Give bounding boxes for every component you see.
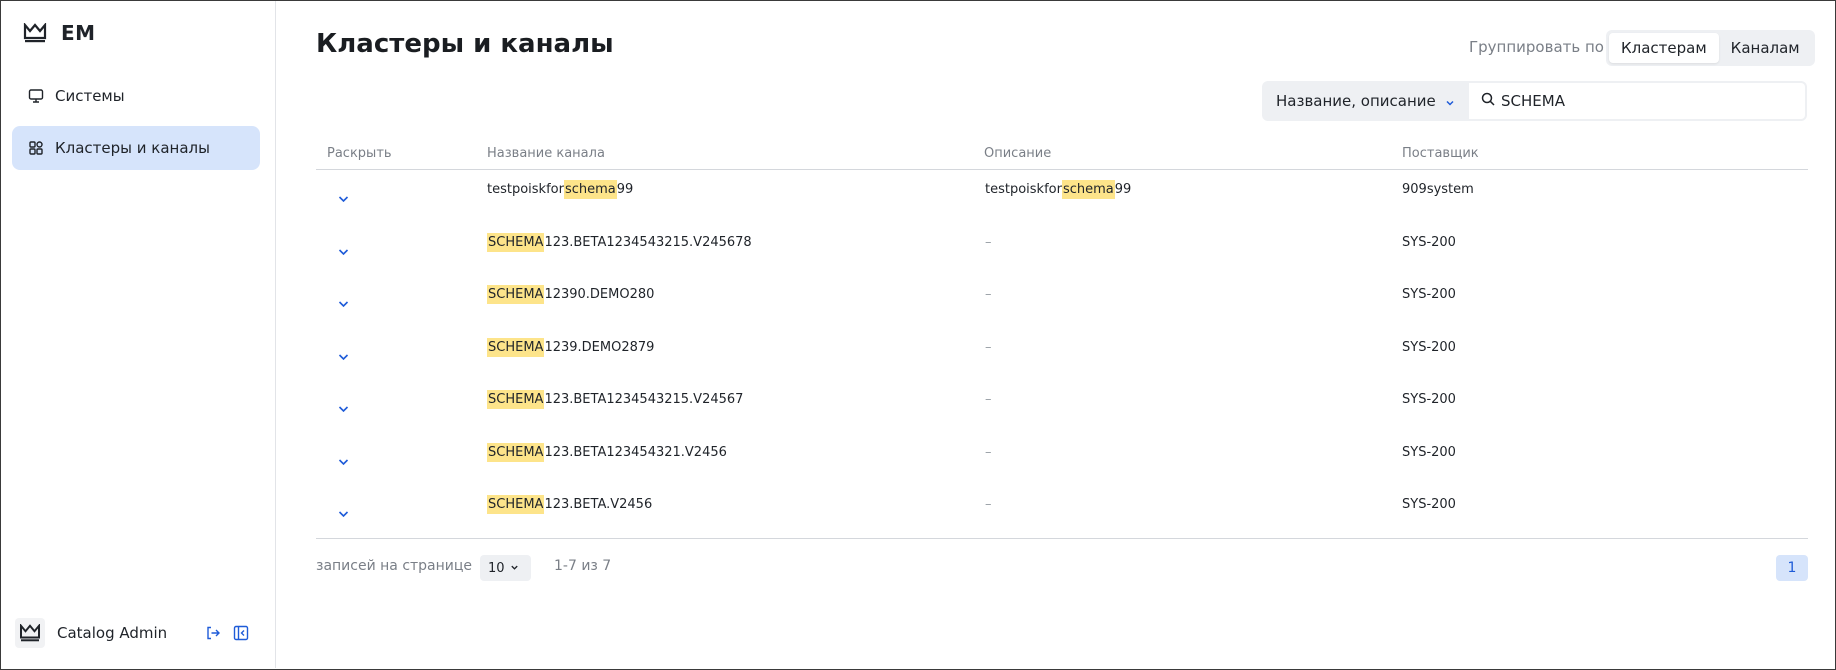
user-name: Catalog Admin xyxy=(57,624,168,642)
table-row[interactable]: SCHEMA123.BETA123454321.V2456 – SYS-200 xyxy=(316,435,1808,487)
text-fragment: 1239.DEMO2879 xyxy=(544,339,655,355)
expand-row-chevron-icon[interactable] xyxy=(336,299,350,309)
supplier-cell: SYS-200 xyxy=(1402,444,1456,460)
table-row[interactable]: SCHEMA123.BETA.V2456 – SYS-200 xyxy=(316,487,1808,539)
text-fragment: 123.BETA1234543215.V24567 xyxy=(544,392,744,407)
expand-row-chevron-icon[interactable] xyxy=(336,404,350,414)
column-header-description[interactable]: Описание xyxy=(984,146,1051,161)
crown-logo-icon xyxy=(23,23,47,43)
table-header-divider xyxy=(316,169,1808,170)
collapse-sidebar-icon[interactable] xyxy=(233,625,249,641)
group-by-channels-button[interactable]: Каналам xyxy=(1719,33,1812,63)
group-by-label: Группировать по xyxy=(1469,38,1604,56)
search-highlight: SCHEMA xyxy=(487,285,545,304)
text-fragment: testpoiskfor xyxy=(985,182,1062,197)
search-highlight: SCHEMA xyxy=(487,442,545,462)
search-highlight: SCHEMA xyxy=(487,232,545,252)
text-fragment: 123.BETA1234543215.V245678 xyxy=(544,234,752,250)
table-row[interactable]: testpoiskforschema99 testpoiskforschema99… xyxy=(316,172,1808,224)
search-highlight: schema xyxy=(563,180,617,199)
channel-name-cell: SCHEMA1239.DEMO2879 xyxy=(487,337,655,357)
per-page-value: 10 xyxy=(488,560,505,576)
sidebar-item-clusters-channels[interactable]: Кластеры и каналы xyxy=(12,126,260,170)
column-header-channel-name[interactable]: Название канала xyxy=(487,146,605,161)
search-highlight: SCHEMA xyxy=(487,337,545,357)
expand-row-chevron-icon[interactable] xyxy=(336,457,350,467)
table-row[interactable]: SCHEMA123.BETA1234543215.V245678 – SYS-200 xyxy=(316,225,1808,277)
description-cell: – xyxy=(985,444,992,460)
supplier-cell: SYS-200 xyxy=(1402,287,1456,302)
text-fragment: 123.BETA.V2456 xyxy=(544,497,653,512)
description-cell: – xyxy=(985,392,992,407)
supplier-cell: SYS-200 xyxy=(1402,234,1456,250)
search-input[interactable] xyxy=(1501,92,1781,110)
supplier-cell: SYS-200 xyxy=(1402,497,1456,512)
search-field-select[interactable]: Название, описание xyxy=(1262,81,1469,121)
monitor-icon xyxy=(27,87,45,105)
column-header-expand[interactable]: Раскрыть xyxy=(327,146,392,161)
description-cell: testpoiskforschema99 xyxy=(985,180,1132,199)
user-actions xyxy=(205,625,249,641)
grid-icon xyxy=(27,139,45,157)
chevron-down-icon xyxy=(510,561,519,576)
expand-row-chevron-icon[interactable] xyxy=(336,194,350,204)
search-highlight: schema xyxy=(1061,180,1115,199)
expand-row-chevron-icon[interactable] xyxy=(336,509,350,519)
text-fragment: testpoiskfor xyxy=(487,182,564,197)
sidebar-item-label: Системы xyxy=(55,87,125,105)
logout-icon[interactable] xyxy=(205,625,221,641)
avatar[interactable] xyxy=(15,618,45,648)
app-logo-text: EM xyxy=(61,21,96,45)
channel-name-cell: SCHEMA123.BETA123454321.V2456 xyxy=(487,442,727,462)
description-cell: – xyxy=(985,497,992,512)
supplier-cell: SYS-200 xyxy=(1402,392,1456,407)
pagination-range: 1-7 из 7 xyxy=(554,558,612,574)
description-cell: – xyxy=(985,287,992,302)
user-panel: Catalog Admin xyxy=(15,618,265,648)
search-icon xyxy=(1481,92,1495,110)
page-button-current[interactable]: 1 xyxy=(1776,555,1808,581)
sidebar-item-label: Кластеры и каналы xyxy=(55,139,210,157)
search-highlight: SCHEMA xyxy=(487,390,545,409)
expand-row-chevron-icon[interactable] xyxy=(336,352,350,362)
per-page-select[interactable]: 10 xyxy=(480,555,531,581)
text-fragment: 12390.DEMO280 xyxy=(544,287,655,302)
search-box xyxy=(1469,81,1807,121)
supplier-cell: SYS-200 xyxy=(1402,339,1456,355)
description-cell: – xyxy=(985,339,992,355)
page-title: Кластеры и каналы xyxy=(316,29,614,59)
channel-name-cell: testpoiskforschema99 xyxy=(487,180,634,199)
sidebar: EM Системы Кластеры и каналы Catalog Adm… xyxy=(1,1,276,668)
expand-row-chevron-icon[interactable] xyxy=(336,247,350,257)
text-fragment: 99 xyxy=(616,182,634,197)
channel-name-cell: SCHEMA123.BETA1234543215.V24567 xyxy=(487,390,744,409)
supplier-cell: 909system xyxy=(1402,182,1474,197)
table-row[interactable]: SCHEMA123.BETA1234543215.V24567 – SYS-200 xyxy=(316,382,1808,434)
text-fragment: 123.BETA123454321.V2456 xyxy=(544,444,727,460)
column-header-supplier[interactable]: Поставщик xyxy=(1402,146,1479,161)
table-row[interactable]: SCHEMA1239.DEMO2879 – SYS-200 xyxy=(316,330,1808,382)
text-fragment: 99 xyxy=(1114,182,1132,197)
channel-name-cell: SCHEMA123.BETA1234543215.V245678 xyxy=(487,232,752,252)
group-by-toggle: Кластерам Каналам xyxy=(1606,30,1815,66)
channel-name-cell: SCHEMA12390.DEMO280 xyxy=(487,285,655,304)
sidebar-item-systems[interactable]: Системы xyxy=(12,74,260,118)
chevron-down-icon xyxy=(1445,94,1455,112)
group-by-clusters-button[interactable]: Кластерам xyxy=(1609,33,1719,63)
description-cell: – xyxy=(985,234,992,250)
per-page-label: записей на странице xyxy=(316,558,473,574)
app-logo[interactable]: EM xyxy=(23,21,96,45)
table-row[interactable]: SCHEMA12390.DEMO280 – SYS-200 xyxy=(316,277,1808,329)
search-highlight: SCHEMA xyxy=(487,495,545,514)
search-field-select-value: Название, описание xyxy=(1276,92,1436,110)
table-footer-divider xyxy=(316,538,1808,539)
channel-name-cell: SCHEMA123.BETA.V2456 xyxy=(487,495,653,514)
